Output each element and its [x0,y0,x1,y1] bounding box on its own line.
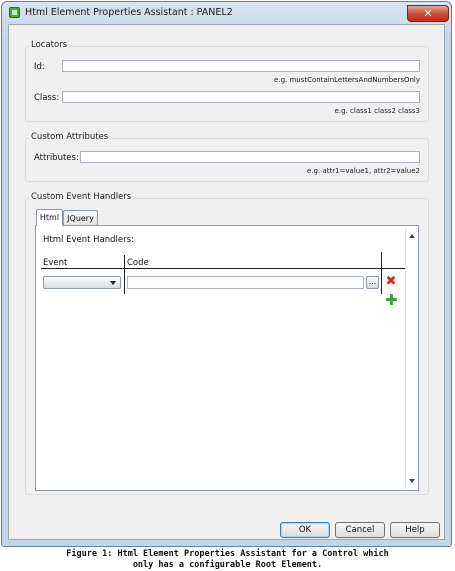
ok-button[interactable]: OK [280,522,330,538]
locators-title: Locators [29,40,70,50]
html-event-handlers-label: Html Event Handlers: [43,235,134,245]
class-hint: e.g. class1 class2 class3 [334,107,420,115]
tab-jquery[interactable]: JQuery [63,210,98,226]
app-icon [9,7,20,18]
id-hint: e.g. mustContainLettersAndNumbersOnly [274,76,420,84]
title-bar[interactable]: Html Element Properties Assistant : PANE… [3,3,450,23]
class-field[interactable] [62,91,420,103]
header-rule [41,268,408,269]
figure-caption: Figure 1: Html Element Properties Assist… [0,549,455,570]
scroll-up-icon[interactable] [409,234,415,238]
event-column-header: Event [43,258,68,268]
delete-icon[interactable]: ✖ [385,275,397,288]
help-button[interactable]: Help [390,522,440,538]
cancel-button[interactable]: Cancel [335,522,385,538]
id-label: Id: [34,62,45,72]
attributes-label: Attributes: [34,153,79,163]
event-handlers-title: Custom Event Handlers [29,192,134,202]
actions-divider [381,252,382,294]
code-column-header: Code [127,258,149,268]
chevron-down-icon [110,281,116,285]
tab-content-panel [35,225,419,491]
vertical-scrollbar[interactable] [405,227,417,489]
window-title: Html Element Properties Assistant : PANE… [25,7,233,18]
column-divider [124,255,125,294]
attributes-field[interactable] [80,151,420,163]
scroll-down-icon[interactable] [409,479,415,483]
attributes-hint: e.g. attr1=value1, attr2=value2 [307,167,420,175]
browse-code-button[interactable]: ... [366,276,379,289]
event-select[interactable] [43,276,121,289]
close-button[interactable]: ✕ [407,5,449,22]
add-icon[interactable]: ✚ [385,293,398,308]
caption-line-2: only has a configurable Root Element. [132,559,323,570]
id-field[interactable] [62,60,420,72]
tab-html[interactable]: Html [36,209,63,226]
custom-attributes-title: Custom Attributes [29,132,111,142]
class-label: Class: [34,93,60,103]
code-field[interactable] [127,276,364,289]
caption-line-1: Figure 1: Html Element Properties Assist… [66,549,389,559]
